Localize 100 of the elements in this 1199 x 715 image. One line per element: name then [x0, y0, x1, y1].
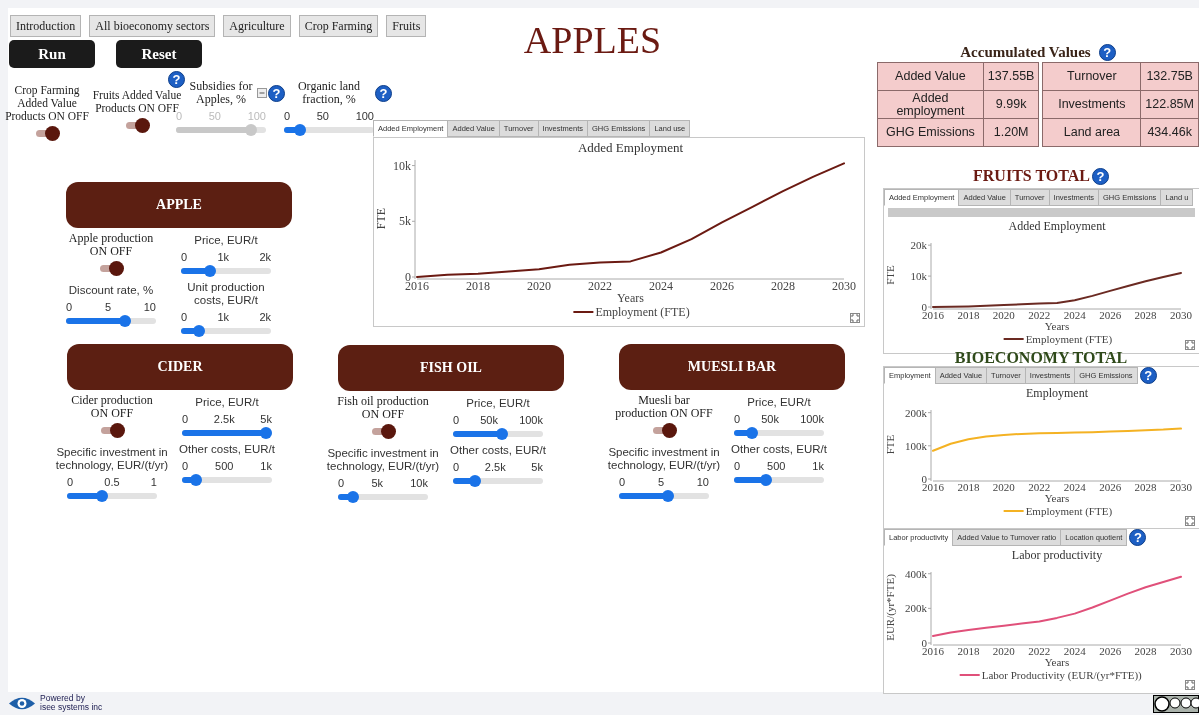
tick-label: 2k [259, 311, 271, 323]
slider[interactable] [182, 427, 272, 439]
table-cell: 137.55B [983, 62, 1039, 91]
legend-label: Labor Productivity (EUR/(yr*FTE)) [981, 669, 1142, 681]
axis-tick-label: 2026 [1099, 645, 1122, 657]
slider[interactable] [182, 474, 272, 486]
axis-tick-label: 0 [405, 270, 411, 284]
axis-tick-label: 2024 [649, 279, 673, 293]
axis-tick-label: 2020 [992, 309, 1015, 321]
toggle-switch[interactable] [651, 423, 677, 438]
axis-tick-label: 2030 [832, 279, 856, 293]
axis-tick-label: 2026 [710, 279, 734, 293]
axis-tick-label: 200k [905, 602, 927, 615]
tick-mark [927, 244, 932, 246]
slider[interactable] [181, 325, 271, 337]
axis-tick-label: 2026 [1099, 309, 1122, 321]
nav-button[interactable]: Introduction [10, 15, 82, 37]
slider[interactable] [67, 490, 157, 502]
tick-mark [927, 412, 932, 414]
slider-label: Price, EUR/t [195, 396, 259, 409]
axis-tick-label: 10k [910, 270, 927, 283]
slider[interactable] [734, 474, 824, 486]
axis-tick-label: 2020 [992, 481, 1015, 493]
chart-title: Employment [1026, 386, 1088, 400]
axis-tick-label: 5k [399, 214, 411, 229]
slider[interactable] [66, 315, 156, 327]
tick-label: 0 [734, 413, 741, 425]
help-button[interactable]: ? [1139, 367, 1157, 384]
expand-icon[interactable] [1185, 680, 1195, 690]
license-badge-icon[interactable] [1153, 695, 1199, 713]
slider[interactable] [453, 475, 543, 487]
tick-label: 0 [67, 476, 74, 488]
tick-label: 1k [260, 460, 272, 472]
toggle-switch[interactable] [124, 118, 150, 133]
nav-button[interactable]: Crop Farming [298, 15, 379, 37]
scrollbar[interactable] [888, 208, 1195, 217]
page-title: APPLES [522, 18, 663, 62]
collapse-icon[interactable] [257, 88, 267, 98]
axis-tick-label: 2020 [527, 279, 551, 293]
expand-icon[interactable] [850, 313, 860, 323]
chart-title: Labor productivity [1011, 548, 1103, 562]
slider-label: Specific investment in technology, EUR/(t/yr) [55, 446, 169, 472]
action-button[interactable]: Run [9, 40, 95, 68]
tick-label: 5k [371, 477, 383, 489]
tick-mark [927, 306, 932, 308]
chart-title: Added Employment [577, 140, 684, 155]
tick-label: 5 [657, 476, 664, 488]
axis-title: Years [1044, 320, 1070, 332]
section-title: BIOECONOMY TOTAL [954, 349, 1128, 367]
company-name: isee systems inc [40, 703, 103, 712]
axis-tick-label: 2018 [957, 645, 980, 657]
tick-mark [411, 276, 416, 278]
help-button[interactable]: ? [1129, 529, 1147, 546]
slider-label: Subsidies for Apples, % [188, 80, 254, 106]
tick-label: 5k [531, 461, 543, 473]
slider[interactable] [453, 428, 543, 440]
section-header: FISH OIL [338, 345, 564, 391]
tick-mark [411, 220, 416, 222]
axis-title: FTE [884, 434, 896, 455]
tick-label: 50k [761, 413, 779, 425]
tick-label: 0 [181, 251, 188, 263]
tick-label: 500 [767, 460, 786, 472]
table-cell: Added Value [877, 62, 984, 91]
slider[interactable] [734, 427, 824, 439]
tick-mark [927, 607, 932, 609]
legend-label: Employment (FTE) [595, 305, 690, 319]
tick-label: 500 [215, 460, 234, 472]
slider-label: Other costs, EUR/t [731, 443, 827, 456]
slider-label: Other costs, EUR/t [179, 443, 275, 456]
tick-label: 0 [453, 461, 460, 473]
tick-label: 0 [181, 311, 188, 323]
table-cell: Added employment [877, 90, 984, 119]
slider[interactable] [619, 490, 709, 502]
expand-icon[interactable] [1185, 516, 1195, 526]
axis-tick-label: 2028 [1134, 481, 1157, 493]
nav-button[interactable]: All bioeconomy sectors [89, 15, 216, 37]
tick-label: 1 [150, 476, 157, 488]
slider[interactable] [284, 124, 374, 136]
axis-title: Years [1044, 656, 1070, 668]
slider[interactable] [181, 265, 271, 277]
slider-label: Price, EUR/t [194, 234, 258, 247]
toggle-switch[interactable] [34, 126, 60, 141]
slider[interactable] [338, 491, 428, 503]
tick-label: 10k [410, 477, 428, 489]
axis-title: FTE [884, 265, 896, 285]
slider-label: Other costs, EUR/t [450, 444, 546, 457]
tick-label: 0 [453, 414, 460, 426]
toggle-switch[interactable] [370, 424, 396, 439]
tick-label: 0 [66, 301, 73, 313]
table-cell: 434.46k [1140, 118, 1199, 147]
toggle-switch[interactable] [99, 423, 125, 438]
tick-label: 100k [519, 414, 543, 426]
toggle-label: Cider production ON OFF [70, 394, 154, 420]
toggle-switch[interactable] [98, 261, 124, 276]
nav-button[interactable]: Agriculture [223, 15, 291, 37]
action-button[interactable]: Reset [116, 40, 202, 68]
tick-label: 50k [480, 414, 498, 426]
nav-button[interactable]: Fruits [386, 15, 427, 37]
expand-icon[interactable] [1185, 340, 1195, 350]
table-cell: Turnover [1042, 62, 1141, 91]
